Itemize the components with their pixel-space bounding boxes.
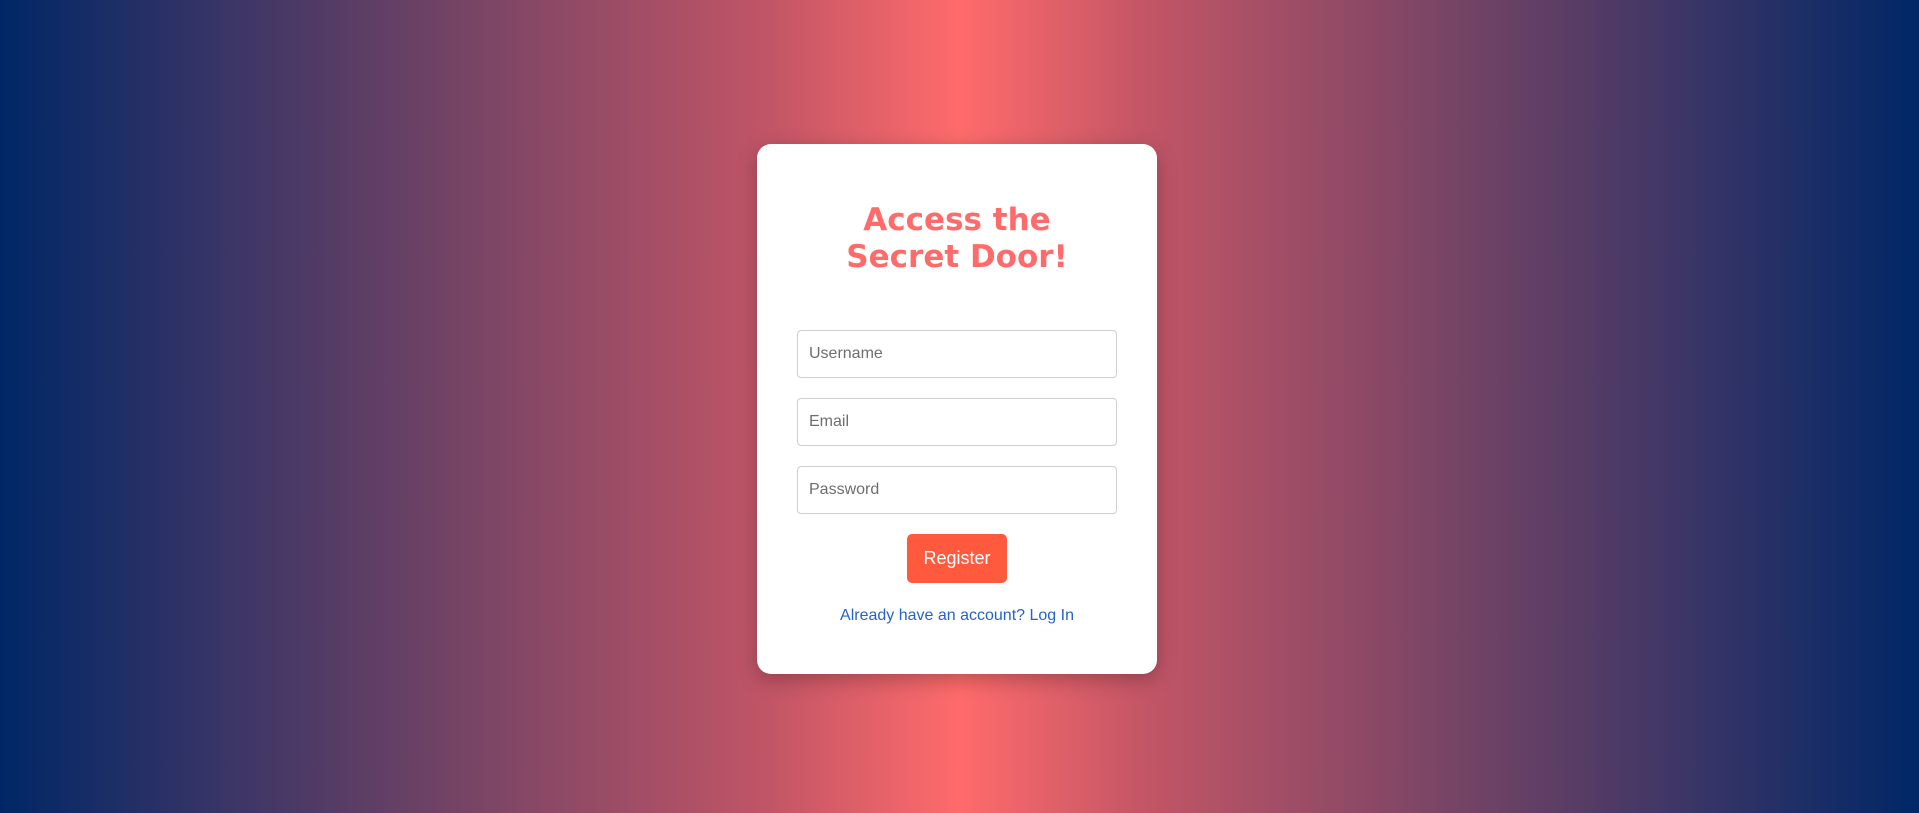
page-title: Access the Secret Door! bbox=[846, 202, 1068, 275]
register-button[interactable]: Register bbox=[907, 534, 1007, 583]
login-link[interactable]: Already have an account? Log In bbox=[797, 607, 1117, 625]
register-form: Register Already have an account? Log In bbox=[797, 330, 1117, 625]
username-input[interactable] bbox=[797, 330, 1117, 378]
email-input[interactable] bbox=[797, 398, 1117, 446]
button-row: Register bbox=[797, 534, 1117, 583]
register-card: Access the Secret Door! Register Already… bbox=[757, 144, 1157, 674]
password-input[interactable] bbox=[797, 466, 1117, 514]
